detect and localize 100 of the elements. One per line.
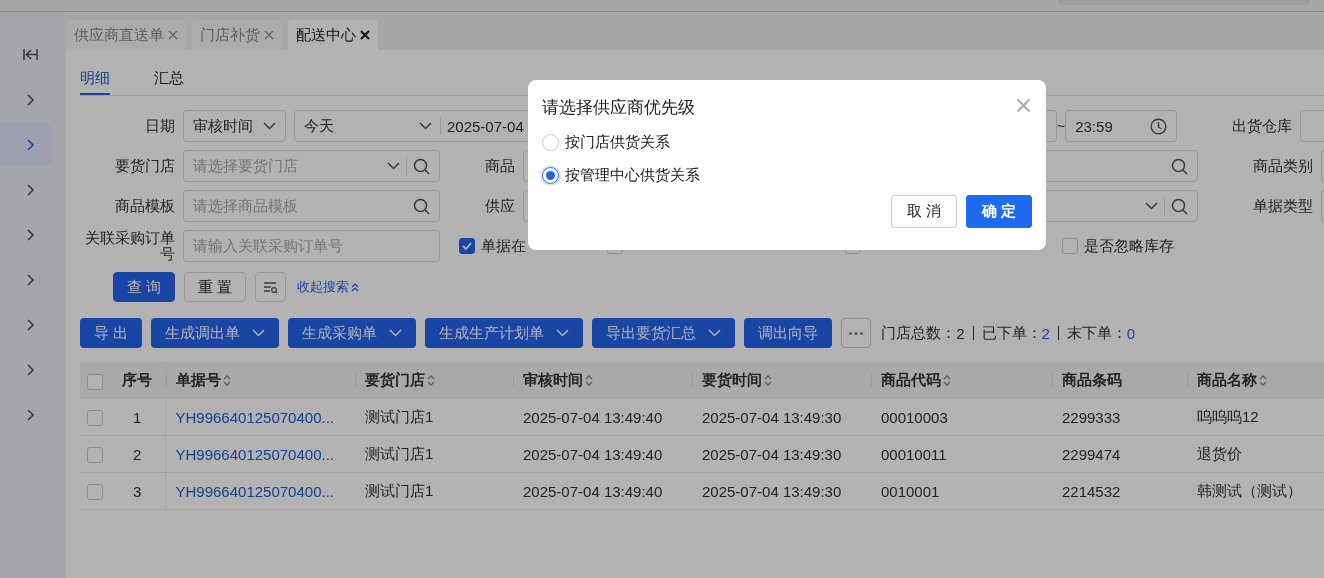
- close-icon[interactable]: [360, 30, 370, 40]
- chevron-right-icon: [25, 137, 35, 152]
- table-cell: 2025-07-04 13:49:40: [523, 445, 663, 463]
- stat-value: 0: [1126, 324, 1136, 342]
- radio-label[interactable]: 按门店供货关系: [565, 133, 670, 152]
- more-button[interactable]: [841, 318, 872, 348]
- reset-button[interactable]: 重 置: [184, 272, 247, 302]
- toolbar-button[interactable]: 生成生产计划单: [425, 318, 584, 348]
- checkbox[interactable]: [459, 238, 475, 254]
- table-cell: 2025-07-04 13:49:40: [523, 482, 663, 500]
- filter-settings-button[interactable]: [255, 272, 287, 302]
- table-cell: 0010001: [881, 482, 940, 500]
- page-tab[interactable]: 供应商直送单: [66, 20, 186, 50]
- sort-icon[interactable]: [1259, 374, 1267, 387]
- cancel-button[interactable]: 取 消: [890, 195, 957, 228]
- page-tab[interactable]: 配送中心: [288, 20, 378, 50]
- field-label: 要货门店: [114, 156, 175, 176]
- radio-label[interactable]: 按管理中心供货关系: [565, 166, 700, 185]
- column-header[interactable]: 单据号: [175, 371, 231, 390]
- chevron-right-icon: [25, 272, 35, 287]
- table-cell: 测试门店1: [365, 481, 434, 499]
- stat-label: 门店总数：: [881, 323, 957, 343]
- confirm-button[interactable]: 确 定: [965, 195, 1032, 228]
- field-label: 商品: [484, 156, 515, 176]
- field-label: 日期: [144, 116, 175, 136]
- page-tab[interactable]: 门店补货: [192, 20, 282, 50]
- table-cell: 2214532: [1062, 482, 1121, 500]
- toolbar-button[interactable]: 调出向导: [744, 318, 833, 348]
- order-link[interactable]: YH996640125070400...: [175, 408, 334, 426]
- table-cell: 3: [133, 482, 142, 500]
- chevron-down-icon: [556, 329, 570, 337]
- field-label: 商品类别: [1252, 156, 1313, 176]
- toolbar-button[interactable]: 生成采购单: [288, 318, 417, 348]
- chevron-down-icon: [263, 122, 276, 130]
- date-type-select[interactable]: 审核时间: [183, 110, 286, 142]
- toolbar-button[interactable]: 导出要货汇总: [592, 318, 736, 348]
- table-cell: 2299474: [1062, 445, 1121, 463]
- sort-icon[interactable]: [585, 374, 593, 387]
- check-icon: [462, 242, 472, 250]
- column-header[interactable]: 商品代码: [881, 371, 951, 390]
- table-cell: 2: [133, 445, 142, 463]
- table-cell: 测试门店1: [365, 407, 434, 425]
- search-icon[interactable]: [1171, 157, 1188, 175]
- collapse-icon[interactable]: [22, 48, 38, 61]
- chevron-down-icon: [252, 329, 266, 337]
- order-link[interactable]: YH996640125070400...: [175, 482, 334, 500]
- table-cell: 2025-07-04 13:49:30: [702, 445, 842, 463]
- chevron-right-icon: [25, 317, 35, 332]
- chevron-right-icon: [25, 182, 35, 197]
- sub-tab[interactable]: 汇总: [154, 65, 184, 95]
- table-cell: 2299333: [1062, 408, 1121, 426]
- filter-list-icon: [263, 280, 279, 294]
- toolbar-button[interactable]: 生成调出单: [151, 318, 280, 348]
- sort-icon[interactable]: [427, 374, 435, 387]
- table-cell: 退货价: [1197, 444, 1242, 462]
- checkbox-label: 是否忽略库存: [1084, 236, 1174, 256]
- dialog-title: 请选择供应商优先级: [542, 96, 695, 119]
- table-cell: 1: [133, 408, 142, 426]
- clock-icon: [1150, 117, 1168, 135]
- stat-value: 2: [1041, 324, 1050, 342]
- table-cell: 呜呜呜12: [1197, 407, 1259, 425]
- field-label: 单据类型: [1252, 196, 1313, 216]
- order-link[interactable]: YH996640125070400...: [175, 445, 334, 463]
- chevron-right-icon: [25, 407, 35, 422]
- field-label: 供应: [484, 196, 515, 216]
- chevron-right-icon: [25, 362, 35, 377]
- checkbox-label: 单据在: [481, 236, 526, 256]
- chevron-down-icon: [419, 122, 432, 130]
- chevron-right-icon: [25, 92, 35, 107]
- chevron-down-icon: [387, 162, 400, 170]
- double-caret-up-icon: [351, 282, 360, 292]
- field-label: 出货仓库: [1231, 116, 1293, 136]
- dots-icon: [849, 331, 864, 335]
- sort-icon[interactable]: [764, 374, 772, 387]
- search-icon[interactable]: [1171, 197, 1188, 215]
- sort-icon[interactable]: [222, 374, 231, 387]
- search-icon[interactable]: [413, 197, 430, 215]
- table-cell: 2025-07-04 13:49:30: [702, 408, 842, 426]
- table-cell: 测试门店1: [365, 444, 434, 462]
- stat-label: 末下单：: [1066, 323, 1127, 343]
- time-field[interactable]: 23:59: [1065, 110, 1178, 142]
- table-cell: 00010011: [881, 445, 947, 463]
- chevron-right-icon: [25, 227, 35, 242]
- query-button[interactable]: 查 询: [113, 272, 176, 302]
- sub-tab[interactable]: 明细: [80, 65, 110, 95]
- collapse-search-link[interactable]: 收起搜索: [297, 278, 360, 296]
- field-label: 关联采购订单号: [84, 230, 175, 262]
- search-icon[interactable]: [413, 157, 430, 175]
- table-cell: 2025-07-04 13:49:30: [702, 482, 842, 500]
- chevron-down-icon: [389, 329, 403, 337]
- range-separator: ~: [1057, 118, 1066, 134]
- chevron-down-icon: [708, 329, 722, 337]
- sort-icon[interactable]: [943, 374, 951, 387]
- stat-value: 2: [956, 324, 965, 342]
- table-cell: 00010003: [881, 408, 948, 426]
- stat-label: 已下单：: [981, 323, 1042, 343]
- chevron-down-icon: [1145, 202, 1158, 210]
- toolbar-button[interactable]: 导 出: [80, 318, 143, 348]
- radio-button[interactable]: [542, 167, 559, 184]
- field-label: 商品模板: [114, 196, 175, 216]
